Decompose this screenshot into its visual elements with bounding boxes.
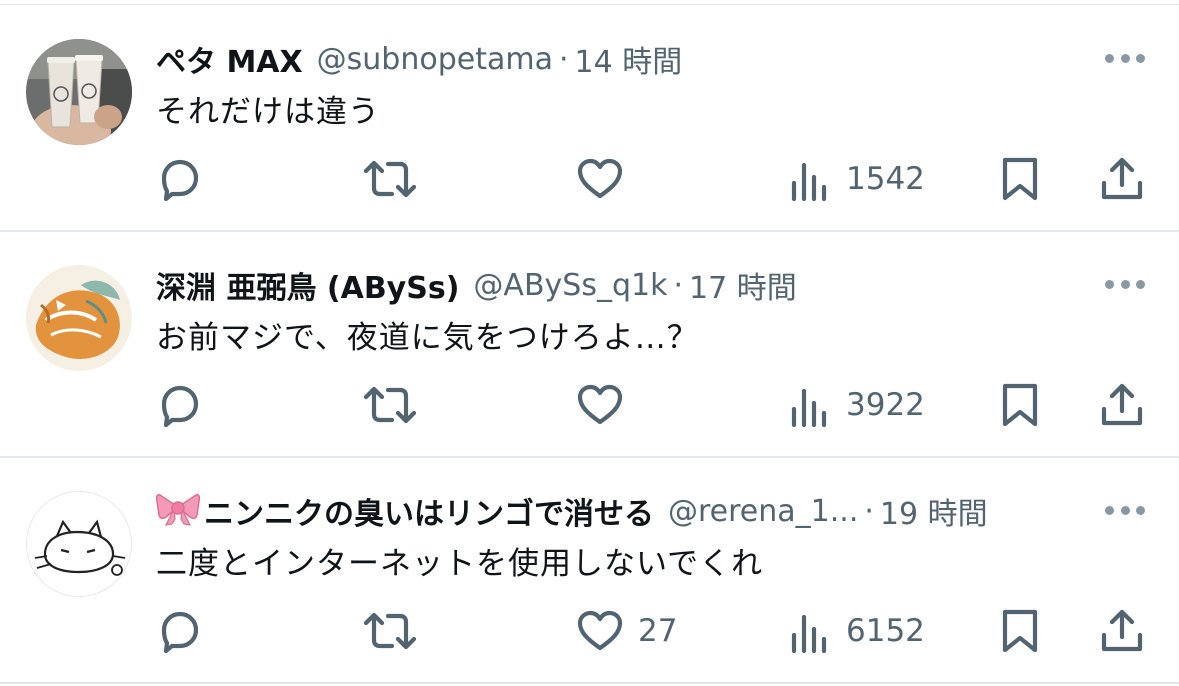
- tweet-text: 二度とインターネットを使用しないでくれ: [156, 546, 764, 582]
- bookmark-button[interactable]: [998, 606, 1042, 656]
- avatar[interactable]: [26, 491, 132, 597]
- tweet[interactable]: 深淵 亜弼鳥 (ABySs) @ABySs_q1k · 17 時間 お前マジで、…: [0, 232, 1179, 458]
- reply-button[interactable]: [156, 154, 204, 204]
- share-button[interactable]: [1098, 154, 1146, 204]
- retweet-button[interactable]: [362, 154, 418, 204]
- action-bar: 27 6152: [0, 606, 1179, 656]
- display-name[interactable]: ニンニクの臭いはリンゴで消せる: [204, 489, 654, 533]
- more-options-icon[interactable]: [1105, 46, 1145, 70]
- views-button[interactable]: 1542: [788, 154, 925, 204]
- bookmark-icon: [1002, 609, 1038, 653]
- reply-button[interactable]: [156, 380, 204, 430]
- views-icon: [791, 388, 827, 428]
- more-options-icon[interactable]: [1105, 272, 1145, 296]
- display-name[interactable]: 深淵 亜弼鳥 (ABySs): [156, 263, 459, 307]
- share-button[interactable]: [1098, 380, 1146, 430]
- timestamp[interactable]: 14 時間: [575, 37, 683, 81]
- heart-icon: [577, 610, 623, 651]
- bookmark-button[interactable]: [998, 380, 1042, 430]
- display-name[interactable]: ペタ MAX: [156, 37, 303, 81]
- retweet-icon: [363, 386, 417, 424]
- ribbon-emoji: [156, 491, 201, 531]
- tweet[interactable]: ニンニクの臭いはリンゴで消せる @rerena_1... · 19 時間 二度と…: [0, 458, 1179, 684]
- like-button[interactable]: [576, 154, 624, 204]
- like-button[interactable]: [576, 380, 624, 430]
- views-count: 6152: [846, 613, 925, 649]
- retweet-icon: [363, 612, 417, 650]
- reply-button[interactable]: [156, 606, 204, 656]
- retweet-button[interactable]: [362, 380, 418, 430]
- tweet-text: それだけは違う: [156, 94, 380, 130]
- tweet-header: 深淵 亜弼鳥 (ABySs) @ABySs_q1k · 17 時間: [156, 262, 1049, 308]
- user-handle[interactable]: @subnopetama: [317, 42, 553, 77]
- views-icon: [791, 614, 827, 654]
- views-count: 1542: [846, 161, 925, 197]
- like-button[interactable]: 27: [576, 606, 677, 656]
- avatar[interactable]: [26, 39, 132, 145]
- bookmark-icon: [1002, 383, 1038, 427]
- views-button[interactable]: 6152: [788, 606, 925, 656]
- tweet-header: ニンニクの臭いはリンゴで消せる @rerena_1... · 19 時間: [156, 488, 1049, 534]
- tweet-header: ペタ MAX @subnopetama · 14 時間: [156, 36, 1049, 82]
- reply-icon: [161, 159, 199, 202]
- share-button[interactable]: [1098, 606, 1146, 656]
- reply-icon: [161, 385, 199, 428]
- timestamp[interactable]: 17 時間: [689, 263, 797, 307]
- separator-dot: ·: [673, 267, 684, 303]
- user-handle[interactable]: @rerena_1...: [668, 494, 858, 529]
- separator-dot: ·: [864, 493, 874, 529]
- share-icon: [1101, 609, 1143, 652]
- heart-icon: [577, 158, 623, 199]
- retweet-icon: [363, 160, 417, 198]
- reply-icon: [161, 611, 199, 654]
- more-options-icon[interactable]: [1105, 498, 1145, 522]
- views-button[interactable]: 3922: [788, 380, 925, 430]
- divider: [0, 4, 1179, 5]
- action-bar: 1542: [0, 154, 1179, 204]
- views-icon: [791, 162, 827, 202]
- share-icon: [1101, 157, 1143, 200]
- user-handle[interactable]: @ABySs_q1k: [473, 268, 667, 303]
- views-count: 3922: [846, 387, 925, 423]
- bookmark-button[interactable]: [998, 154, 1042, 204]
- heart-icon: [577, 384, 623, 425]
- avatar[interactable]: [26, 265, 132, 371]
- retweet-button[interactable]: [362, 606, 418, 656]
- bookmark-icon: [1002, 157, 1038, 201]
- timestamp[interactable]: 19 時間: [880, 489, 988, 533]
- separator-dot: ·: [558, 41, 569, 77]
- tweet[interactable]: ペタ MAX @subnopetama · 14 時間 それだけは違う 1542: [0, 6, 1179, 232]
- like-count: 27: [638, 613, 678, 649]
- tweet-text: お前マジで、夜道に気をつけろよ…？: [156, 320, 699, 356]
- share-icon: [1101, 383, 1143, 426]
- action-bar: 3922: [0, 380, 1179, 430]
- timeline: ペタ MAX @subnopetama · 14 時間 それだけは違う 1542: [0, 0, 1179, 686]
